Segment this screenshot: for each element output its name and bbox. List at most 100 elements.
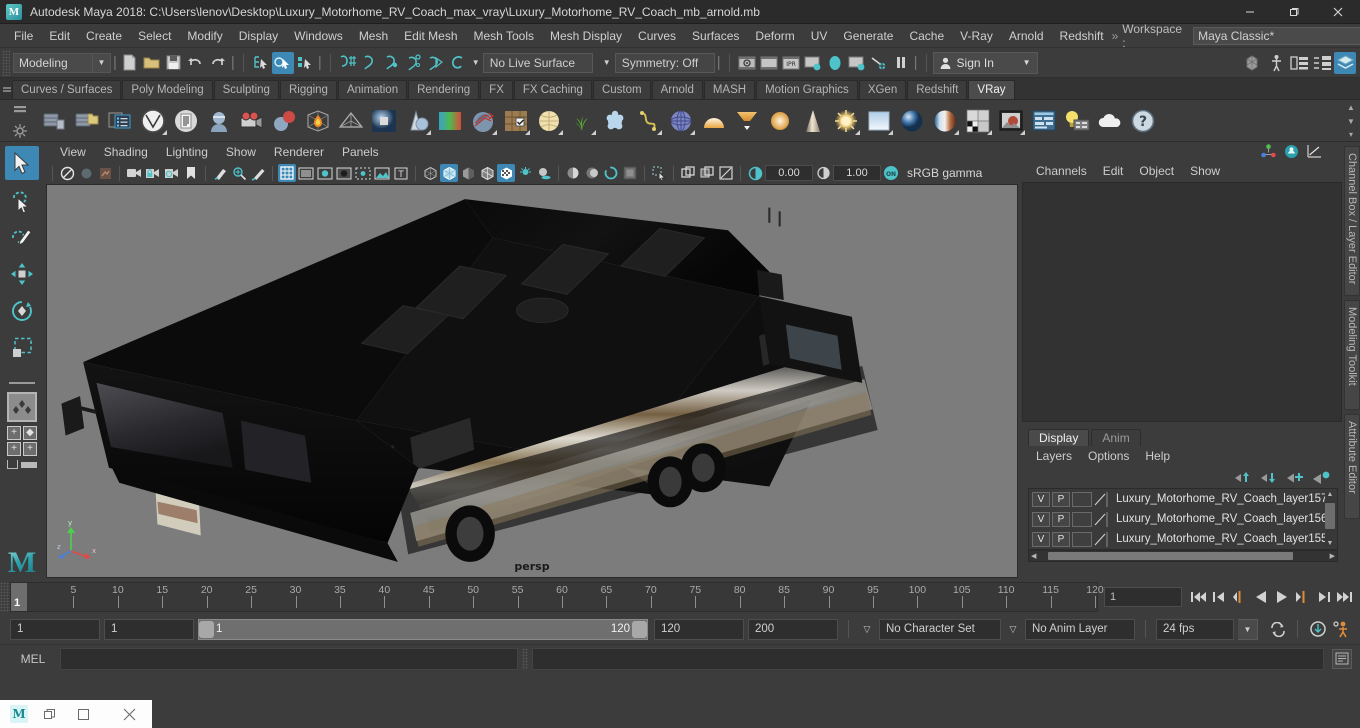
table-row[interactable]: V P Luxury_Motorhome_RV_Coach_layer155 <box>1029 529 1337 549</box>
layer-visibility-toggle[interactable]: V <box>1032 491 1050 507</box>
layer-name[interactable]: Luxury_Motorhome_RV_Coach_layer155 <box>1116 533 1327 545</box>
vray-light-mesh-icon[interactable] <box>797 105 829 137</box>
bookmark-camera-icon[interactable] <box>96 164 114 182</box>
render-view-icon[interactable] <box>846 52 868 74</box>
vray-grass-icon[interactable] <box>566 105 598 137</box>
maximize-window-icon[interactable] <box>60 700 106 728</box>
vray-displacement-icon[interactable] <box>401 105 433 137</box>
shelf-tab-rendering[interactable]: Rendering <box>408 80 480 99</box>
shelf-tab-curves-surfaces[interactable]: Curves / Surfaces <box>12 80 122 99</box>
save-scene-icon[interactable] <box>163 52 185 74</box>
step-forward-frame-icon[interactable] <box>1293 586 1312 608</box>
layer-hscroll-thumb[interactable] <box>1048 552 1294 560</box>
undo-icon[interactable] <box>185 52 207 74</box>
command-output[interactable] <box>532 647 1324 670</box>
channel-box-icon[interactable] <box>1288 52 1310 74</box>
vray-rect-light-icon[interactable] <box>731 105 763 137</box>
single-perspective-layout-icon[interactable] <box>7 392 37 422</box>
select-by-hierarchy-icon[interactable] <box>250 52 272 74</box>
snap-to-view-plane-icon[interactable] <box>425 52 447 74</box>
shelf-tab-sculpting[interactable]: Sculpting <box>213 80 279 99</box>
exposure-icon[interactable] <box>373 164 391 182</box>
modeling-toolkit-icon[interactable] <box>1242 52 1264 74</box>
image-plane-icon[interactable] <box>211 164 229 182</box>
go-to-end-icon[interactable] <box>1335 586 1354 608</box>
menu-cache[interactable]: Cache <box>901 27 952 45</box>
go-to-start-icon[interactable] <box>1188 586 1207 608</box>
shelf-tab-vray[interactable]: VRay <box>968 80 1015 99</box>
menu-mesh-display[interactable]: Mesh Display <box>542 27 630 45</box>
channel-box-toggle-icon[interactable] <box>1284 144 1299 159</box>
menu-modify[interactable]: Modify <box>179 27 230 45</box>
render-sequence-icon[interactable] <box>758 52 780 74</box>
scroll-down-icon[interactable]: ▼ <box>1327 540 1334 547</box>
layer-visibility-toggle[interactable]: V <box>1032 531 1050 547</box>
hud-icon[interactable] <box>1265 52 1287 74</box>
vtab-modeling-toolkit[interactable]: Modeling Toolkit <box>1344 300 1360 410</box>
render-current-frame-icon[interactable] <box>736 52 758 74</box>
resolution-gate-icon[interactable] <box>316 164 334 182</box>
light-editor-icon[interactable] <box>868 52 890 74</box>
menu-curves[interactable]: Curves <box>630 27 684 45</box>
current-time-indicator[interactable]: 1 <box>11 583 27 611</box>
viewport-menu-shading[interactable]: Shading <box>96 144 156 160</box>
select-camera-icon[interactable] <box>58 164 76 182</box>
viewport-menu-panels[interactable]: Panels <box>334 144 387 160</box>
vray-volume-grid-icon[interactable] <box>302 105 334 137</box>
menu-overflow-icon[interactable]: » <box>1112 29 1119 43</box>
vtab-attribute-editor[interactable]: Attribute Editor <box>1344 414 1360 519</box>
film-gate-icon[interactable] <box>297 164 315 182</box>
shelf-scroll-menu-icon[interactable]: ▾ <box>1349 130 1353 139</box>
move-tool-icon[interactable] <box>5 257 39 291</box>
vtab-channel-box-layer-editor[interactable]: Channel Box / Layer Editor <box>1344 146 1360 296</box>
workspace-select[interactable]: Maya Classic* <box>1193 26 1360 45</box>
menu-uv[interactable]: UV <box>803 27 836 45</box>
vray-help-icon[interactable]: ? <box>1127 105 1159 137</box>
close-icon[interactable] <box>1316 0 1360 24</box>
vray-sphere-light-icon[interactable] <box>368 105 400 137</box>
menu-windows[interactable]: Windows <box>286 27 351 45</box>
menuset-chevron-down-icon[interactable]: ▼ <box>93 52 111 73</box>
select-by-object-icon[interactable] <box>271 51 294 74</box>
anim-layer-select[interactable]: No Anim Layer <box>1025 618 1135 640</box>
vray-render-elements-icon[interactable] <box>104 105 136 137</box>
show-manipulators-icon[interactable] <box>1261 144 1276 158</box>
vray-head-material-icon[interactable] <box>203 105 235 137</box>
shade-wireframe-icon[interactable] <box>478 164 496 182</box>
shelf-grip[interactable] <box>2 77 12 99</box>
new-layer-icon[interactable] <box>1287 471 1304 484</box>
viewport-display-icon[interactable] <box>717 164 735 182</box>
shelf-tab-animation[interactable]: Animation <box>337 80 408 99</box>
character-set-select[interactable]: No Character Set <box>879 618 1001 640</box>
exposure-gamma-icon[interactable] <box>746 164 764 182</box>
layer-playback-toggle[interactable]: P <box>1052 531 1070 547</box>
multisample-icon[interactable] <box>602 164 620 182</box>
wireframe-icon[interactable] <box>440 164 458 182</box>
menu-arnold[interactable]: Arnold <box>1001 27 1052 45</box>
playback-end-time-field[interactable]: 120 <box>654 618 744 640</box>
display-layer-list[interactable]: V P Luxury_Motorhome_RV_Coach_layer157 V… <box>1028 488 1338 550</box>
restore-window-icon[interactable] <box>38 700 60 728</box>
snap-to-curve-icon[interactable] <box>359 52 381 74</box>
ipr-render-icon[interactable]: IPR <box>780 52 802 74</box>
snap-to-projected-center-icon[interactable] <box>403 52 425 74</box>
animation-end-time-field[interactable]: 200 <box>748 618 838 640</box>
layer-name[interactable]: Luxury_Motorhome_RV_Coach_layer157 <box>1116 493 1327 505</box>
vray-gradient-icon[interactable] <box>434 105 466 137</box>
viewport-menu-show[interactable]: Show <box>218 144 264 160</box>
open-scene-icon[interactable] <box>141 52 163 74</box>
layer-list-horizontal-scrollbar[interactable]: ◀ ▶ <box>1028 550 1338 562</box>
vray-material-icon[interactable] <box>269 105 301 137</box>
shelf-tab-fx-caching[interactable]: FX Caching <box>513 80 592 99</box>
grease-pencil-icon[interactable] <box>249 164 267 182</box>
script-language-label[interactable]: MEL <box>10 652 56 666</box>
menu-mesh-tools[interactable]: Mesh Tools <box>466 27 542 45</box>
shelf-scroll-down-icon[interactable]: ▼ <box>1347 117 1355 126</box>
step-back-keyframe-icon[interactable] <box>1209 586 1228 608</box>
channel-show-menu[interactable]: Show <box>1182 163 1228 179</box>
vray-particle-icon[interactable] <box>599 105 631 137</box>
shelf-menu-icon[interactable] <box>9 102 31 118</box>
quad-cell-3[interactable]: + <box>7 442 21 456</box>
shelf-tab-poly-modeling[interactable]: Poly Modeling <box>122 80 213 99</box>
xray-joints-icon[interactable] <box>679 164 697 182</box>
